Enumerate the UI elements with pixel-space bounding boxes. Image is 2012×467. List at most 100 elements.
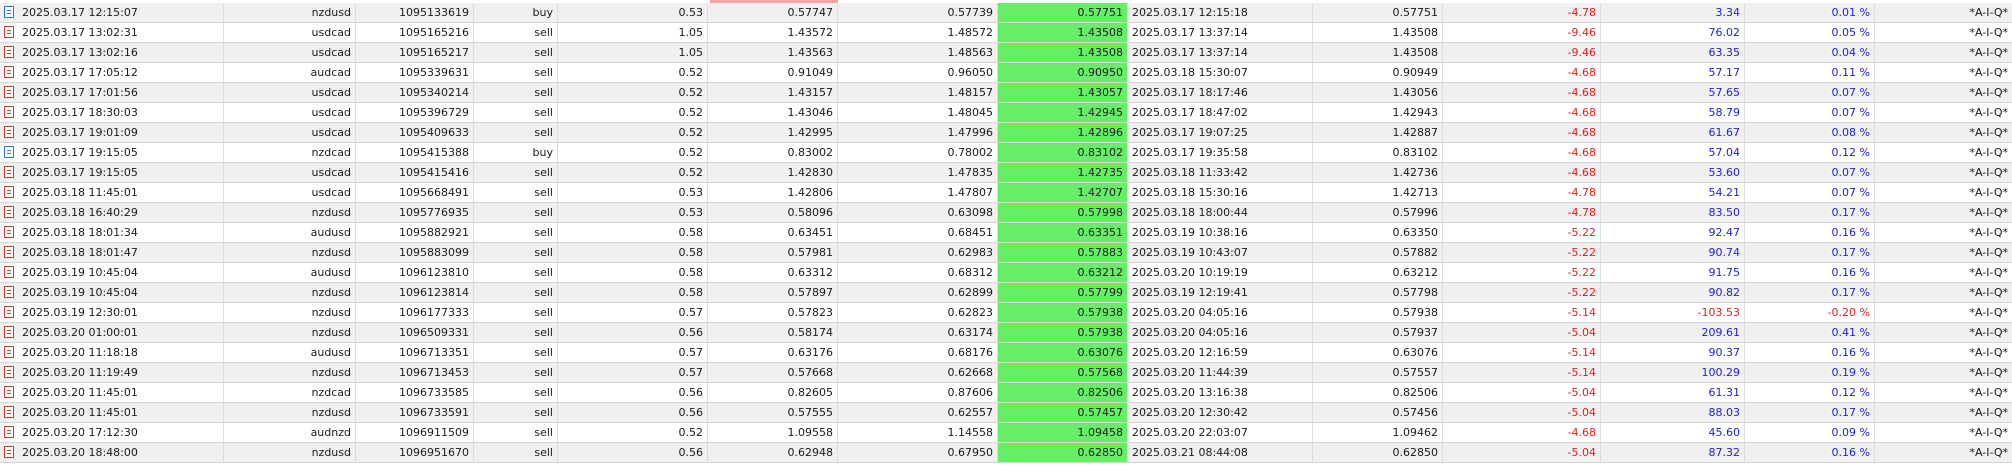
stop-loss-cell: 1.47996 (838, 123, 998, 142)
volume-cell: 0.52 (558, 163, 708, 182)
open-price-cell: 1.43046 (708, 103, 838, 122)
take-profit-cell: 0.57998 (998, 203, 1128, 222)
open-price-cell: 1.42806 (708, 183, 838, 202)
open-price-cell: 1.42830 (708, 163, 838, 182)
table-row[interactable]: 2025.03.17 17:01:56 usdcad 1095340214 sell 0… (0, 83, 2012, 103)
open-time-cell: 2025.03.19 10:45:04 (18, 283, 224, 302)
profit-cell: 90.74 (1601, 243, 1745, 262)
table-row[interactable]: 2025.03.18 16:40:29 nzdusd 1095776935 sell 0… (0, 203, 2012, 223)
table-row[interactable]: 2025.03.20 17:12:30 audnzd 1096911509 sell 0… (0, 423, 2012, 443)
close-price-cell: 0.57751 (1313, 3, 1443, 22)
table-row[interactable]: 2025.03.17 19:15:05 nzdcad 1095415388 buy 0.… (0, 143, 2012, 163)
swap-cell: -5.04 (1443, 323, 1601, 342)
ticket-cell: 1096733585 (356, 383, 474, 402)
table-row[interactable]: 2025.03.20 11:19:49 nzdusd 1096713453 sell 0… (0, 363, 2012, 383)
comment-cell: *A-I-Q* (1969, 426, 2008, 439)
table-row[interactable]: 2025.03.17 12:15:07 nzdusd 1095133619 buy 0.… (0, 3, 2012, 23)
type-cell: sell (474, 283, 558, 302)
table-row[interactable]: 2025.03.17 19:15:05 usdcad 1095415416 sell 0… (0, 163, 2012, 183)
comment-cell: *A-I-Q* (1969, 186, 2008, 199)
table-row[interactable]: 2025.03.17 17:05:12 audcad 1095339631 sell 0… (0, 63, 2012, 83)
table-row[interactable]: 2025.03.20 18:48:00 nzdusd 1096951670 sell 0… (0, 443, 2012, 463)
ticket-cell: 1095883099 (356, 243, 474, 262)
table-row[interactable]: 2025.03.20 11:45:01 nzdusd 1096733591 sell 0… (0, 403, 2012, 423)
table-row[interactable]: 2025.03.19 12:30:01 nzdusd 1096177333 sell 0… (0, 303, 2012, 323)
ticket-cell: 1096911509 (356, 423, 474, 442)
take-profit-cell: 0.90950 (998, 63, 1128, 82)
stop-loss-cell: 0.67950 (838, 443, 998, 462)
open-price-cell: 1.42995 (708, 123, 838, 142)
close-price-cell: 1.09462 (1313, 423, 1443, 442)
take-profit-cell: 0.63212 (998, 263, 1128, 282)
stop-loss-cell: 0.62983 (838, 243, 998, 262)
type-cell: sell (474, 343, 558, 362)
stop-loss-cell: 0.87606 (838, 383, 998, 402)
swap-cell: -4.68 (1443, 83, 1601, 102)
table-row[interactable]: 2025.03.20 11:18:18 audusd 1096713351 sell 0… (0, 343, 2012, 363)
open-time-cell: 2025.03.18 11:45:01 (18, 183, 224, 202)
table-row[interactable]: 2025.03.18 18:01:47 nzdusd 1095883099 sell 0… (0, 243, 2012, 263)
table-row[interactable]: 2025.03.17 18:30:03 usdcad 1095396729 sell 0… (0, 103, 2012, 123)
sell-order-icon (4, 166, 14, 178)
open-price-cell: 0.63451 (708, 223, 838, 242)
table-row[interactable]: 2025.03.17 13:02:16 usdcad 1095165217 sell 1… (0, 43, 2012, 63)
type-cell: sell (474, 423, 558, 442)
table-row[interactable]: 2025.03.19 10:45:04 nzdusd 1096123814 sell 0… (0, 283, 2012, 303)
close-time-cell: 2025.03.20 12:30:42 (1128, 403, 1313, 422)
symbol-cell: usdcad (224, 43, 356, 62)
swap-cell: -4.68 (1443, 123, 1601, 142)
type-cell: sell (474, 243, 558, 262)
symbol-cell: nzdcad (224, 383, 356, 402)
stop-loss-cell: 1.48045 (838, 103, 998, 122)
profit-cell: 76.02 (1601, 23, 1745, 42)
type-cell: sell (474, 323, 558, 342)
close-price-cell: 0.83102 (1313, 143, 1443, 162)
comment-cell: *A-I-Q* (1969, 266, 2008, 279)
volume-cell: 0.53 (558, 183, 708, 202)
close-price-cell: 0.90949 (1313, 63, 1443, 82)
percent-cell: 0.04 % (1745, 43, 1875, 62)
percent-cell: 0.16 % (1745, 223, 1875, 242)
table-row[interactable]: 2025.03.17 19:01:09 usdcad 1095409633 sell 0… (0, 123, 2012, 143)
close-time-cell: 2025.03.20 04:05:16 (1128, 323, 1313, 342)
comment-cell: *A-I-Q* (1969, 86, 2008, 99)
trade-history-table: 2025.03.17 12:15:07 nzdusd 1095133619 buy 0.… (0, 0, 2012, 467)
table-row[interactable]: 2025.03.20 01:00:01 nzdusd 1096509331 sell 0… (0, 323, 2012, 343)
type-cell: sell (474, 223, 558, 242)
close-price-cell: 1.43508 (1313, 23, 1443, 42)
swap-cell: -5.22 (1443, 263, 1601, 282)
volume-cell: 0.56 (558, 403, 708, 422)
type-cell: sell (474, 383, 558, 402)
ticket-cell: 1095882921 (356, 223, 474, 242)
close-time-cell: 2025.03.17 12:15:18 (1128, 3, 1313, 22)
profit-cell: 87.32 (1601, 443, 1745, 462)
profit-cell: 45.60 (1601, 423, 1745, 442)
table-row[interactable]: 2025.03.19 10:45:04 audusd 1096123810 sell 0… (0, 263, 2012, 283)
open-price-cell: 0.57981 (708, 243, 838, 262)
take-profit-cell: 0.57799 (998, 283, 1128, 302)
symbol-cell: nzdusd (224, 363, 356, 382)
ticket-cell: 1095339631 (356, 63, 474, 82)
open-time-cell: 2025.03.17 12:15:07 (18, 3, 224, 22)
stop-loss-cell: 1.47835 (838, 163, 998, 182)
percent-cell: 0.11 % (1745, 63, 1875, 82)
table-row[interactable]: 2025.03.18 18:01:34 audusd 1095882921 sell 0… (0, 223, 2012, 243)
ticket-cell: 1095340214 (356, 83, 474, 102)
symbol-cell: usdcad (224, 123, 356, 142)
percent-cell: 0.07 % (1745, 183, 1875, 202)
percent-cell: 0.17 % (1745, 283, 1875, 302)
symbol-cell: nzdusd (224, 443, 356, 462)
table-row[interactable]: 2025.03.17 13:02:31 usdcad 1095165216 sell 1… (0, 23, 2012, 43)
close-price-cell: 0.63076 (1313, 343, 1443, 362)
symbol-cell: usdcad (224, 183, 356, 202)
open-time-cell: 2025.03.19 10:45:04 (18, 263, 224, 282)
table-row[interactable]: 2025.03.20 11:45:01 nzdcad 1096733585 sell 0… (0, 383, 2012, 403)
profit-cell: 100.29 (1601, 363, 1745, 382)
profit-cell: 90.37 (1601, 343, 1745, 362)
close-price-cell: 1.42736 (1313, 163, 1443, 182)
stop-loss-cell: 1.48572 (838, 23, 998, 42)
volume-cell: 0.52 (558, 143, 708, 162)
table-row[interactable]: 2025.03.18 11:45:01 usdcad 1095668491 sell 0… (0, 183, 2012, 203)
sell-order-icon (4, 86, 14, 98)
profit-cell: 57.04 (1601, 143, 1745, 162)
